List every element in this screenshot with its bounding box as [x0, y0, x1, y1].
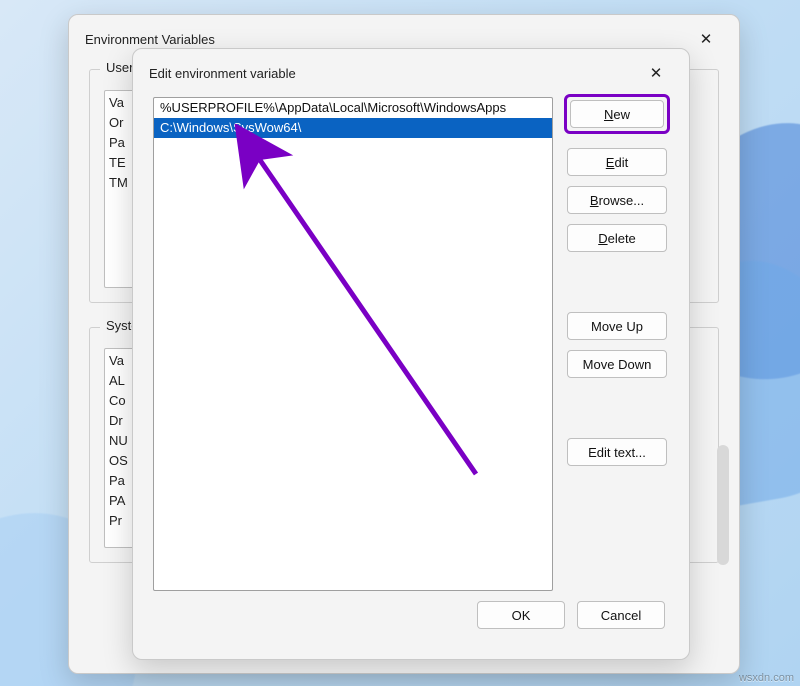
- path-entry[interactable]: %USERPROFILE%\AppData\Local\Microsoft\Wi…: [154, 98, 552, 118]
- new-button[interactable]: New: [570, 100, 664, 128]
- edit-button[interactable]: Edit: [567, 148, 667, 176]
- dialog-title: Edit environment variable: [149, 66, 296, 81]
- close-icon[interactable]: ✕: [639, 59, 673, 87]
- close-icon[interactable]: ✕: [689, 25, 723, 53]
- edit-environment-variable-dialog: Edit environment variable ✕ %USERPROFILE…: [132, 48, 690, 660]
- browse-button[interactable]: Browse...: [567, 186, 667, 214]
- watermark: wsxdn.com: [739, 672, 794, 684]
- path-entries-list[interactable]: %USERPROFILE%\AppData\Local\Microsoft\Wi…: [153, 97, 553, 591]
- move-down-button[interactable]: Move Down: [567, 350, 667, 378]
- cancel-button[interactable]: Cancel: [577, 601, 665, 629]
- dialog-title: Environment Variables: [85, 32, 215, 47]
- annotation-highlight: New: [564, 94, 670, 134]
- ok-button[interactable]: OK: [477, 601, 565, 629]
- scrollbar[interactable]: [717, 445, 729, 565]
- delete-button[interactable]: Delete: [567, 224, 667, 252]
- path-entry[interactable]: C:\Windows\SysWow64\: [154, 118, 552, 138]
- edit-text-button[interactable]: Edit text...: [567, 438, 667, 466]
- move-up-button[interactable]: Move Up: [567, 312, 667, 340]
